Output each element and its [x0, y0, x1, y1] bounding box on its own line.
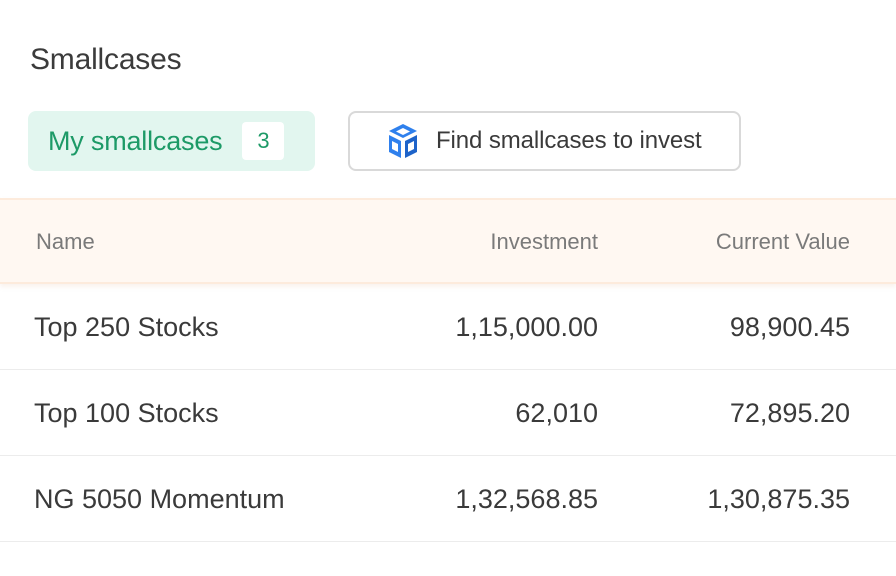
- find-smallcases-label: Find smallcases to invest: [436, 127, 702, 154]
- table-header: Name Investment Current Value: [0, 198, 896, 284]
- count-badge: 3: [242, 122, 285, 160]
- table-row[interactable]: NG 5050 Momentum 1,32,568.85 1,30,875.35: [0, 456, 896, 542]
- find-smallcases-button[interactable]: Find smallcases to invest: [348, 111, 741, 171]
- page-title: Smallcases: [30, 43, 182, 76]
- row-name[interactable]: NG 5050 Momentum: [34, 456, 285, 542]
- column-header-current-value[interactable]: Current Value: [716, 200, 850, 282]
- row-current-value: 72,895.20: [729, 398, 850, 428]
- column-header-investment[interactable]: Investment: [490, 200, 598, 282]
- row-investment: 1,15,000.00: [455, 312, 598, 342]
- tab-bar: My smallcases 3 Find smallcases to inves…: [28, 111, 741, 171]
- row-name[interactable]: Top 250 Stocks: [34, 284, 219, 370]
- smallcases-table: Name Investment Current Value Top 250 St…: [0, 198, 896, 542]
- row-name[interactable]: Top 100 Stocks: [34, 370, 219, 456]
- row-investment: 1,32,568.85: [455, 484, 598, 514]
- row-investment: 62,010: [515, 398, 598, 428]
- table-row[interactable]: Top 100 Stocks 62,010 72,895.20: [0, 370, 896, 456]
- row-current-value: 98,900.45: [729, 312, 850, 342]
- column-header-name[interactable]: Name: [36, 200, 95, 282]
- smallcases-panel: Smallcases My smallcases 3 Find smallcas…: [0, 0, 896, 576]
- tab-my-smallcases-label: My smallcases: [48, 125, 223, 156]
- table-row[interactable]: Top 250 Stocks 1,15,000.00 98,900.45: [0, 284, 896, 370]
- cube-box-icon: [384, 121, 422, 161]
- tab-my-smallcases[interactable]: My smallcases 3: [28, 111, 315, 171]
- row-current-value: 1,30,875.35: [707, 484, 850, 514]
